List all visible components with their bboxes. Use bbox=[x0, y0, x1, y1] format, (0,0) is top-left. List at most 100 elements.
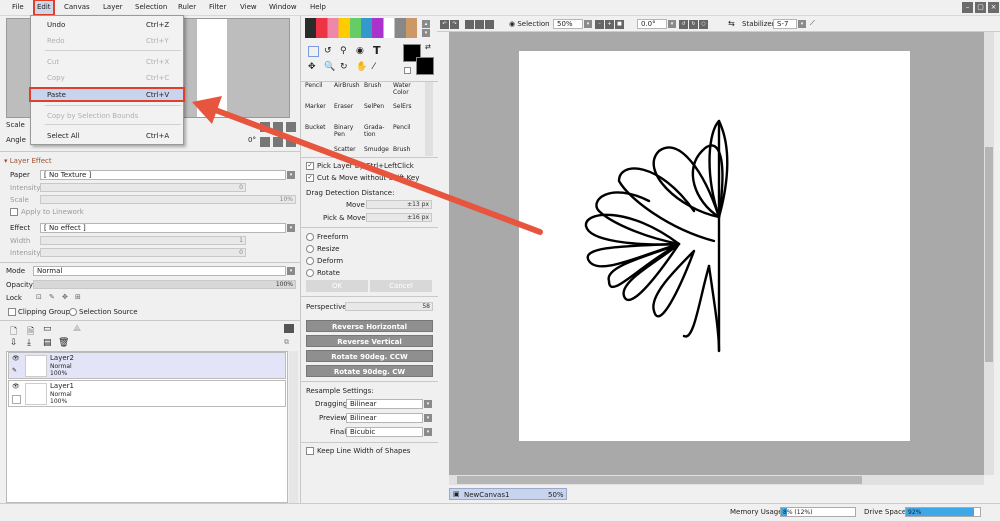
menu-item-paste[interactable]: Paste Ctrl+V bbox=[29, 87, 185, 102]
menu-item-select-all[interactable]: Select All Ctrl+A bbox=[31, 130, 183, 141]
chevron-down-icon[interactable]: ▾ bbox=[424, 414, 432, 422]
layer-panel-option-icon[interactable]: ⧉ bbox=[284, 338, 289, 347]
lasso-icon[interactable]: ↺ bbox=[324, 46, 332, 56]
menu-edit[interactable]: Edit bbox=[33, 0, 55, 16]
menu-selection[interactable]: Selection bbox=[135, 3, 167, 11]
zoom-in-button[interactable] bbox=[273, 122, 283, 132]
eye-icon[interactable]: 👁 bbox=[12, 383, 20, 390]
width-slider[interactable]: 1 bbox=[40, 236, 246, 245]
blend-mode-select[interactable]: Normal bbox=[33, 266, 286, 276]
menu-view[interactable]: View bbox=[240, 3, 257, 11]
tool-pencil[interactable]: Pencil bbox=[305, 82, 323, 89]
tool-selpen[interactable]: SelPen bbox=[364, 103, 384, 110]
menu-item-redo[interactable]: Redo Ctrl+Y bbox=[31, 35, 183, 46]
intensity2-slider[interactable]: 0 bbox=[40, 248, 246, 257]
tool-eraser[interactable]: Eraser bbox=[334, 103, 353, 110]
tool-binary-pen[interactable]: Binary Pen bbox=[334, 124, 358, 138]
color-palette[interactable] bbox=[305, 18, 417, 38]
brush-grid-scrollbar[interactable] bbox=[425, 82, 433, 156]
tool-pencil-2[interactable]: Pencil bbox=[393, 124, 411, 131]
layer-panel-menu-button[interactable] bbox=[284, 324, 294, 333]
chevron-down-icon[interactable]: ▾ bbox=[584, 20, 592, 28]
tool-marker[interactable]: Marker bbox=[305, 103, 326, 110]
fill-icon[interactable]: ◉ bbox=[356, 46, 364, 56]
delete-layer-icon[interactable]: 🗑 bbox=[58, 338, 69, 348]
chevron-down-icon[interactable]: ▾ bbox=[287, 224, 295, 232]
rotate-right-button[interactable] bbox=[273, 137, 283, 147]
zoom-out-button[interactable] bbox=[260, 122, 270, 132]
freeform-radio[interactable] bbox=[306, 233, 314, 241]
rotate-reset-icon[interactable]: ○ bbox=[699, 20, 708, 29]
tool-watercolor[interactable]: Water Color bbox=[393, 82, 421, 96]
opacity-slider[interactable]: 100% bbox=[33, 280, 296, 289]
lock-paint-icon[interactable]: ✎ bbox=[49, 293, 55, 301]
lock-move-icon[interactable]: ✥ bbox=[62, 293, 68, 301]
ok-button[interactable]: OK bbox=[306, 280, 368, 292]
magic-wand-icon[interactable]: ⚲ bbox=[340, 46, 347, 56]
chevron-down-icon[interactable]: ▾ bbox=[668, 20, 676, 28]
deselect-icon[interactable] bbox=[465, 20, 474, 29]
menu-layer[interactable]: Layer bbox=[103, 3, 123, 11]
reverse-horizontal-button[interactable]: Reverse Horizontal bbox=[306, 320, 433, 332]
undo-icon[interactable]: ↶ bbox=[440, 20, 449, 29]
stroke-correction-icon[interactable]: ⟋ bbox=[810, 19, 815, 28]
background-color[interactable] bbox=[416, 57, 434, 75]
menu-item-cut[interactable]: Cut Ctrl+X bbox=[31, 56, 183, 67]
minimize-button[interactable]: – bbox=[962, 2, 973, 13]
layer-lock-box[interactable] bbox=[12, 395, 21, 404]
tool-brush[interactable]: Brush bbox=[364, 82, 381, 89]
rotate-cw-button[interactable]: Rotate 90deg. CW bbox=[306, 365, 433, 377]
vertical-scroll-thumb[interactable] bbox=[985, 147, 993, 362]
deform-radio[interactable] bbox=[306, 257, 314, 265]
resize-radio[interactable] bbox=[306, 245, 314, 253]
pick-move-slider[interactable]: ±16 px bbox=[366, 213, 432, 222]
canvas-paper[interactable] bbox=[519, 51, 910, 441]
chevron-down-icon[interactable]: ▾ bbox=[798, 20, 806, 28]
layer-row-layer2[interactable]: 👁 ✎ Layer2 Normal 100% bbox=[8, 352, 286, 379]
clipping-group-checkbox[interactable] bbox=[8, 308, 16, 316]
flip-icon[interactable]: ⇆ bbox=[728, 19, 735, 28]
tool-selers[interactable]: SelErs bbox=[393, 103, 412, 110]
layer-row-layer1[interactable]: 👁 Layer1 Normal 100% bbox=[8, 380, 286, 407]
swap-colors-icon[interactable]: ⇄ bbox=[425, 43, 431, 51]
invert-selection-icon[interactable] bbox=[475, 20, 484, 29]
rotate-radio[interactable] bbox=[306, 269, 314, 277]
horizontal-scrollbar[interactable] bbox=[449, 475, 984, 485]
chevron-down-icon[interactable]: ▾ bbox=[424, 428, 432, 436]
zoom-out-icon[interactable]: – bbox=[595, 20, 604, 29]
tool-smudge[interactable]: Smudge bbox=[364, 146, 389, 153]
menu-ruler[interactable]: Ruler bbox=[178, 3, 196, 11]
reverse-vertical-button[interactable]: Reverse Vertical bbox=[306, 335, 433, 347]
dragging-select[interactable]: Bilinear bbox=[346, 399, 423, 409]
menu-item-copy[interactable]: Copy Ctrl+C bbox=[31, 72, 183, 83]
menu-help[interactable]: Help bbox=[310, 3, 326, 11]
redo-icon[interactable]: ↷ bbox=[450, 20, 459, 29]
transfer-down-icon[interactable]: ⇩ bbox=[10, 338, 18, 348]
tool-airbrush[interactable]: AirBrush bbox=[334, 82, 360, 89]
vertical-scrollbar[interactable] bbox=[984, 32, 994, 475]
pick-layer-checkbox[interactable]: ✓ bbox=[306, 162, 314, 170]
tool-bucket[interactable]: Bucket bbox=[305, 124, 326, 131]
preview-select[interactable]: Bilinear bbox=[346, 413, 423, 423]
selection-source-checkbox[interactable] bbox=[69, 308, 77, 316]
eyedropper-icon[interactable]: ⁄ bbox=[373, 62, 375, 72]
scale-slider[interactable]: 10% bbox=[40, 195, 296, 204]
lock-all-icon[interactable]: ⊞ bbox=[75, 293, 81, 301]
tool-gradation[interactable]: Grada-tion bbox=[364, 124, 388, 138]
merge-down-icon[interactable]: ⤓ bbox=[27, 338, 31, 348]
rotate-left-button[interactable] bbox=[260, 137, 270, 147]
rotate-left-icon[interactable]: ↺ bbox=[679, 20, 688, 29]
zoom-fit-icon[interactable]: ■ bbox=[615, 20, 624, 29]
lock-transparency-icon[interactable]: ⊡ bbox=[36, 293, 42, 301]
zoom-reset-button[interactable] bbox=[286, 122, 296, 132]
effect-select[interactable]: [ No effect ] bbox=[40, 223, 286, 233]
selection-toggle-label[interactable]: ◉ Selection bbox=[509, 20, 550, 28]
zoom-in-icon[interactable]: + bbox=[605, 20, 614, 29]
final-select[interactable]: Bicubic bbox=[346, 427, 423, 437]
text-tool-icon[interactable]: T bbox=[373, 44, 381, 57]
cancel-button[interactable]: Cancel bbox=[370, 280, 432, 292]
transparent-color[interactable] bbox=[404, 67, 411, 74]
rotate-right-icon[interactable]: ↻ bbox=[689, 20, 698, 29]
move-distance-slider[interactable]: ±13 px bbox=[366, 200, 432, 209]
menu-window[interactable]: Window bbox=[269, 3, 297, 11]
